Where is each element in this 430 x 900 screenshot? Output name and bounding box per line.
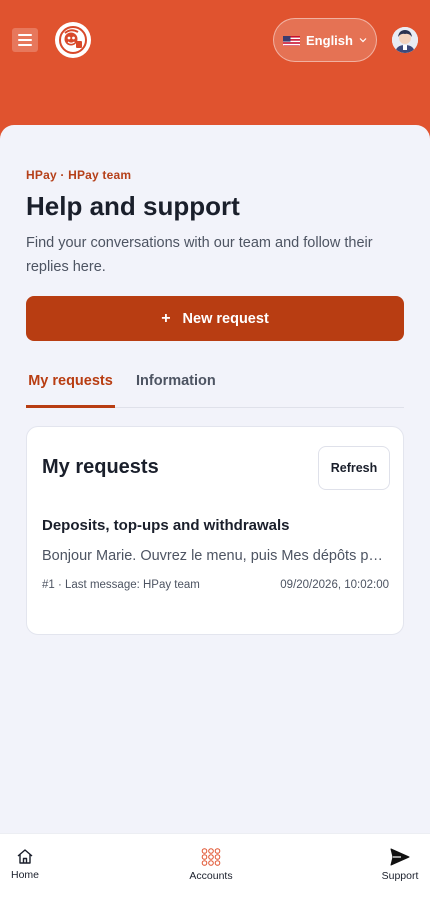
grid-icon	[201, 848, 221, 866]
tab-bar: My requests Information	[26, 362, 404, 408]
nav-label-home: Home	[10, 869, 39, 881]
us-flag-icon	[283, 35, 301, 46]
refresh-button[interactable]: Refresh	[318, 446, 390, 490]
nav-item-home[interactable]: Home	[0, 848, 50, 881]
bottom-navigation: Home Accounts Support	[0, 833, 430, 900]
top-header: English	[0, 0, 430, 140]
brand-logo[interactable]	[55, 22, 91, 58]
send-icon	[390, 848, 410, 866]
language-label: English	[306, 32, 353, 48]
page-title: Help and support	[26, 191, 240, 221]
nav-item-support[interactable]: Support	[375, 848, 425, 882]
menu-line	[18, 39, 32, 41]
request-title: Deposits, top-ups and withdrawals	[42, 517, 290, 534]
user-avatar-icon	[392, 27, 418, 53]
language-selector[interactable]: English	[273, 18, 377, 62]
request-preview: Bonjour Marie. Ouvrez le menu, puis Mes …	[42, 548, 390, 564]
plus-icon: +	[161, 309, 171, 327]
page-eyebrow: HPay · HPay team	[26, 168, 132, 182]
hamburger-menu-button[interactable]	[12, 28, 38, 52]
menu-line	[18, 44, 32, 46]
new-request-button[interactable]: + New request	[26, 296, 404, 341]
nav-label-accounts: Accounts	[189, 870, 233, 882]
request-meta: #1 · Last message: HPay team	[42, 579, 200, 591]
nav-label-support: Support	[381, 870, 419, 882]
request-date: 09/20/2026, 10:02:00	[280, 579, 389, 591]
home-icon	[17, 849, 33, 864]
menu-line	[18, 34, 32, 36]
nav-item-accounts[interactable]: Accounts	[180, 848, 242, 882]
requests-card: My requests Refresh Deposits, top-ups an…	[26, 426, 404, 635]
chevron-down-icon	[359, 38, 367, 43]
tab-information[interactable]: Information	[136, 362, 216, 408]
requests-card-title: My requests	[42, 456, 159, 478]
tab-my-requests[interactable]: My requests	[26, 362, 115, 408]
logo-mascot-icon	[59, 26, 87, 54]
page-subtitle: Find your conversations with our team an…	[26, 235, 373, 275]
user-avatar[interactable]	[392, 27, 418, 53]
main-content: HPay · HPay team Help and support Find y…	[0, 125, 430, 833]
new-request-label: New request	[182, 310, 269, 327]
